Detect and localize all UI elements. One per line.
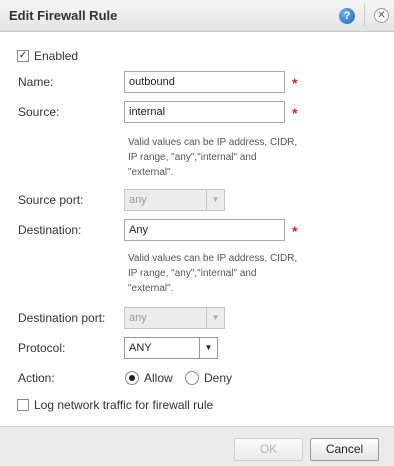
action-deny-radio[interactable] (185, 371, 199, 385)
protocol-select[interactable]: ANY ▼ (124, 337, 218, 359)
name-input[interactable]: outbound (124, 71, 285, 93)
chevron-down-icon[interactable]: ▼ (199, 338, 217, 358)
help-icon[interactable]: ? (339, 8, 355, 24)
protocol-value: ANY (129, 342, 152, 354)
enabled-checkbox[interactable]: ✓ (17, 50, 29, 62)
titlebar-divider (364, 4, 365, 26)
source-input[interactable]: internal (124, 101, 285, 123)
destination-input[interactable]: Any (124, 219, 285, 241)
source-help-text: Valid values can be IP address, CIDR, IP… (128, 137, 298, 178)
dialog-title: Edit Firewall Rule (9, 8, 118, 23)
source-required-marker: * (292, 105, 298, 121)
log-traffic-label[interactable]: Log network traffic for firewall rule (34, 398, 213, 412)
cancel-button[interactable]: Cancel (310, 438, 379, 461)
dialog-footer: OK Cancel (0, 426, 394, 466)
action-allow-label[interactable]: Allow (144, 371, 173, 385)
destination-label: Destination: (18, 223, 82, 237)
source-port-value: any (129, 194, 147, 206)
action-deny-label[interactable]: Deny (204, 371, 232, 385)
action-allow-radio[interactable] (125, 371, 139, 385)
log-traffic-checkbox[interactable] (17, 399, 29, 411)
source-label: Source: (18, 105, 60, 119)
destination-help-text: Valid values can be IP address, CIDR, IP… (128, 253, 298, 294)
name-required-marker: * (292, 75, 298, 91)
chevron-down-icon[interactable]: ▼ (206, 308, 224, 328)
destination-required-marker: * (292, 223, 298, 239)
source-port-combo[interactable]: any ▼ (124, 189, 225, 211)
destination-port-value: any (129, 312, 147, 324)
action-label: Action: (18, 371, 55, 385)
destination-port-combo[interactable]: any ▼ (124, 307, 225, 329)
name-label: Name: (18, 75, 54, 89)
source-port-label: Source port: (18, 193, 84, 207)
chevron-down-icon[interactable]: ▼ (206, 190, 224, 210)
close-icon[interactable]: ✕ (374, 8, 389, 23)
destination-port-label: Destination port: (18, 311, 106, 325)
dialog-titlebar: Edit Firewall Rule ? ✕ (0, 0, 394, 32)
protocol-label: Protocol: (18, 341, 66, 355)
enabled-label: Enabled (34, 49, 79, 63)
ok-button[interactable]: OK (234, 438, 303, 461)
